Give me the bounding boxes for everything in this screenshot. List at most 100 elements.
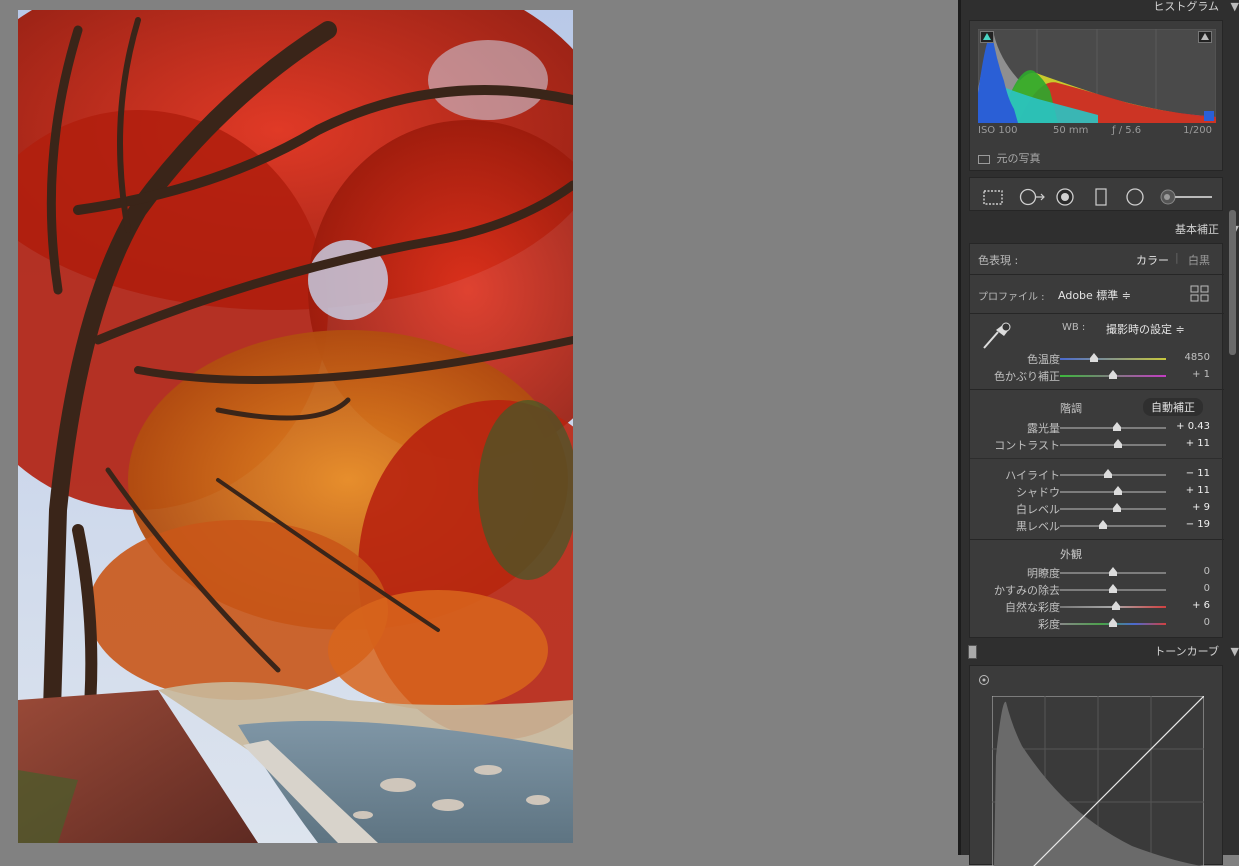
slider-value[interactable]: + 11 [1170, 438, 1210, 449]
treatment-label: 色表現 : [978, 254, 1019, 267]
image-canvas[interactable] [0, 0, 958, 855]
slider-thumb[interactable] [1113, 422, 1122, 431]
slider-value[interactable]: + 6 [1170, 600, 1210, 611]
exif-info-bar: ISO 100 50 mm ƒ / 5.6 1/200 [978, 125, 1216, 139]
develop-right-panel: ヒストグラム ▼ ISO 100 50 mm ƒ / 5.6 1/200 元の写… [958, 0, 1239, 866]
histogram-panel: ISO 100 50 mm ƒ / 5.6 1/200 元の写真 [969, 20, 1223, 171]
slider-track[interactable] [1060, 520, 1166, 529]
shadow-clipping-icon[interactable] [980, 31, 994, 43]
slider-label: 色温度 [1027, 353, 1060, 366]
red-eye-tool-icon[interactable] [1054, 188, 1076, 206]
slider-row: シャドウ + 11 [970, 483, 1222, 500]
adjustment-brush-tool-icon[interactable] [1160, 188, 1214, 206]
presence-title: 外観 [1060, 548, 1082, 561]
slider-value[interactable]: 4850 [1170, 352, 1210, 363]
slider-track[interactable] [1060, 469, 1166, 478]
tone-curve-title: トーンカーブ [1154, 645, 1219, 658]
slider-thumb[interactable] [1109, 567, 1117, 576]
tone-curve-panel [969, 665, 1223, 866]
slider-row: かすみの除去 0 [970, 581, 1222, 598]
slider-thumb[interactable] [1113, 503, 1122, 512]
original-photo-toggle[interactable]: 元の写真 [978, 150, 1041, 166]
slider-track[interactable] [1060, 601, 1166, 610]
crop-tool-icon[interactable] [982, 188, 1004, 206]
slider-thumb[interactable] [1099, 520, 1108, 529]
aperture-value: ƒ / 5.6 [1112, 125, 1142, 136]
slider-track[interactable] [1060, 567, 1166, 576]
tone-curve-graph[interactable] [992, 696, 1204, 866]
auto-tone-button[interactable]: 自動補正 [1143, 398, 1203, 416]
panel-switch-icon[interactable] [968, 645, 977, 659]
tone-curve-header[interactable]: トーンカーブ ▼ [961, 642, 1239, 662]
slider-label: コントラスト [994, 439, 1060, 452]
slider-value[interactable]: + 1 [1170, 369, 1210, 380]
histogram-header[interactable]: ヒストグラム ▼ [961, 0, 1239, 17]
slider-label: かすみの除去 [994, 584, 1060, 597]
slider-track[interactable] [1060, 618, 1166, 627]
slider-value[interactable]: 0 [1170, 583, 1210, 594]
profile-label: プロファイル : [978, 292, 1045, 303]
shutter-value: 1/200 [1183, 125, 1212, 136]
profile-browser-grid-icon[interactable] [1190, 285, 1210, 303]
slider-row: 彩度 0 [970, 615, 1222, 632]
slider-thumb[interactable] [1112, 601, 1121, 610]
treatment-bw-button[interactable]: 白黒 [1188, 252, 1210, 268]
wb-eyedropper-icon[interactable] [980, 320, 1014, 350]
treatment-row: 色表現 : カラー | 白黒 [978, 251, 1210, 268]
autumn-maple-photo [18, 10, 573, 843]
slider-thumb[interactable] [1109, 584, 1117, 593]
slider-thumb[interactable] [1103, 469, 1112, 478]
slider-thumb[interactable] [1109, 370, 1117, 379]
slider-track[interactable] [1060, 439, 1166, 448]
tool-strip [969, 177, 1223, 211]
tone-title: 階調 [1060, 402, 1082, 415]
slider-row: ハイライト − 11 [970, 466, 1222, 483]
slider-label: 露光量 [1027, 422, 1060, 435]
slider-value[interactable]: − 11 [1170, 468, 1210, 479]
original-photo-label: 元の写真 [996, 152, 1041, 165]
checkbox-icon[interactable] [978, 154, 990, 164]
basic-panel: 色表現 : カラー | 白黒 プロファイル : Adobe 標準 ≑ WB : … [969, 243, 1224, 638]
profile-select[interactable]: Adobe 標準 ≑ [1058, 287, 1131, 303]
slider-thumb[interactable] [1089, 353, 1098, 362]
slider-value[interactable]: 0 [1170, 566, 1210, 577]
slider-label: ハイライト [1005, 469, 1060, 482]
slider-row: 自然な彩度 + 6 [970, 598, 1222, 615]
targeted-adjustment-icon[interactable] [978, 674, 990, 686]
graduated-filter-tool-icon[interactable] [1090, 188, 1112, 206]
slider-row: 白レベル + 9 [970, 500, 1222, 517]
highlight-clipping-icon[interactable] [1198, 31, 1212, 43]
slider-value[interactable]: + 9 [1170, 502, 1210, 513]
slider-label: 明瞭度 [1027, 567, 1060, 580]
slider-value[interactable]: + 11 [1170, 485, 1210, 496]
slider-value[interactable]: − 19 [1170, 519, 1210, 530]
slider-track[interactable] [1060, 353, 1166, 362]
wb-select[interactable]: 撮影時の設定 ≑ [1106, 321, 1185, 337]
slider-thumb[interactable] [1109, 618, 1117, 627]
collapse-triangle-icon[interactable]: ▼ [1231, 642, 1239, 662]
spot-removal-tool-icon[interactable] [1018, 188, 1046, 206]
slider-track[interactable] [1060, 370, 1166, 379]
slider-thumb[interactable] [1114, 439, 1123, 448]
slider-value[interactable]: 0 [1170, 617, 1210, 628]
slider-row: コントラスト + 11 [970, 436, 1222, 453]
basic-title: 基本補正 [1175, 223, 1219, 236]
histogram-title: ヒストグラム [1153, 0, 1219, 13]
focal-length-value: 50 mm [1053, 125, 1089, 136]
histogram-graph[interactable] [978, 29, 1216, 123]
slider-thumb[interactable] [1114, 486, 1123, 495]
iso-value: ISO 100 [978, 125, 1018, 136]
slider-row: 色温度 4850 [970, 350, 1222, 367]
slider-label: シャドウ [1016, 486, 1060, 499]
radial-filter-tool-icon[interactable] [1124, 188, 1146, 206]
slider-value[interactable]: + 0.43 [1170, 421, 1210, 432]
panel-scrollbar[interactable] [1229, 210, 1236, 355]
treatment-color-button[interactable]: カラー [1136, 252, 1169, 268]
basic-header[interactable]: 基本補正 ▼ [961, 220, 1239, 240]
slider-track[interactable] [1060, 584, 1166, 593]
slider-track[interactable] [1060, 486, 1166, 495]
slider-track[interactable] [1060, 503, 1166, 512]
collapse-triangle-icon[interactable]: ▼ [1231, 0, 1239, 17]
slider-track[interactable] [1060, 422, 1166, 431]
slider-row: 色かぶり補正 + 1 [970, 367, 1222, 384]
